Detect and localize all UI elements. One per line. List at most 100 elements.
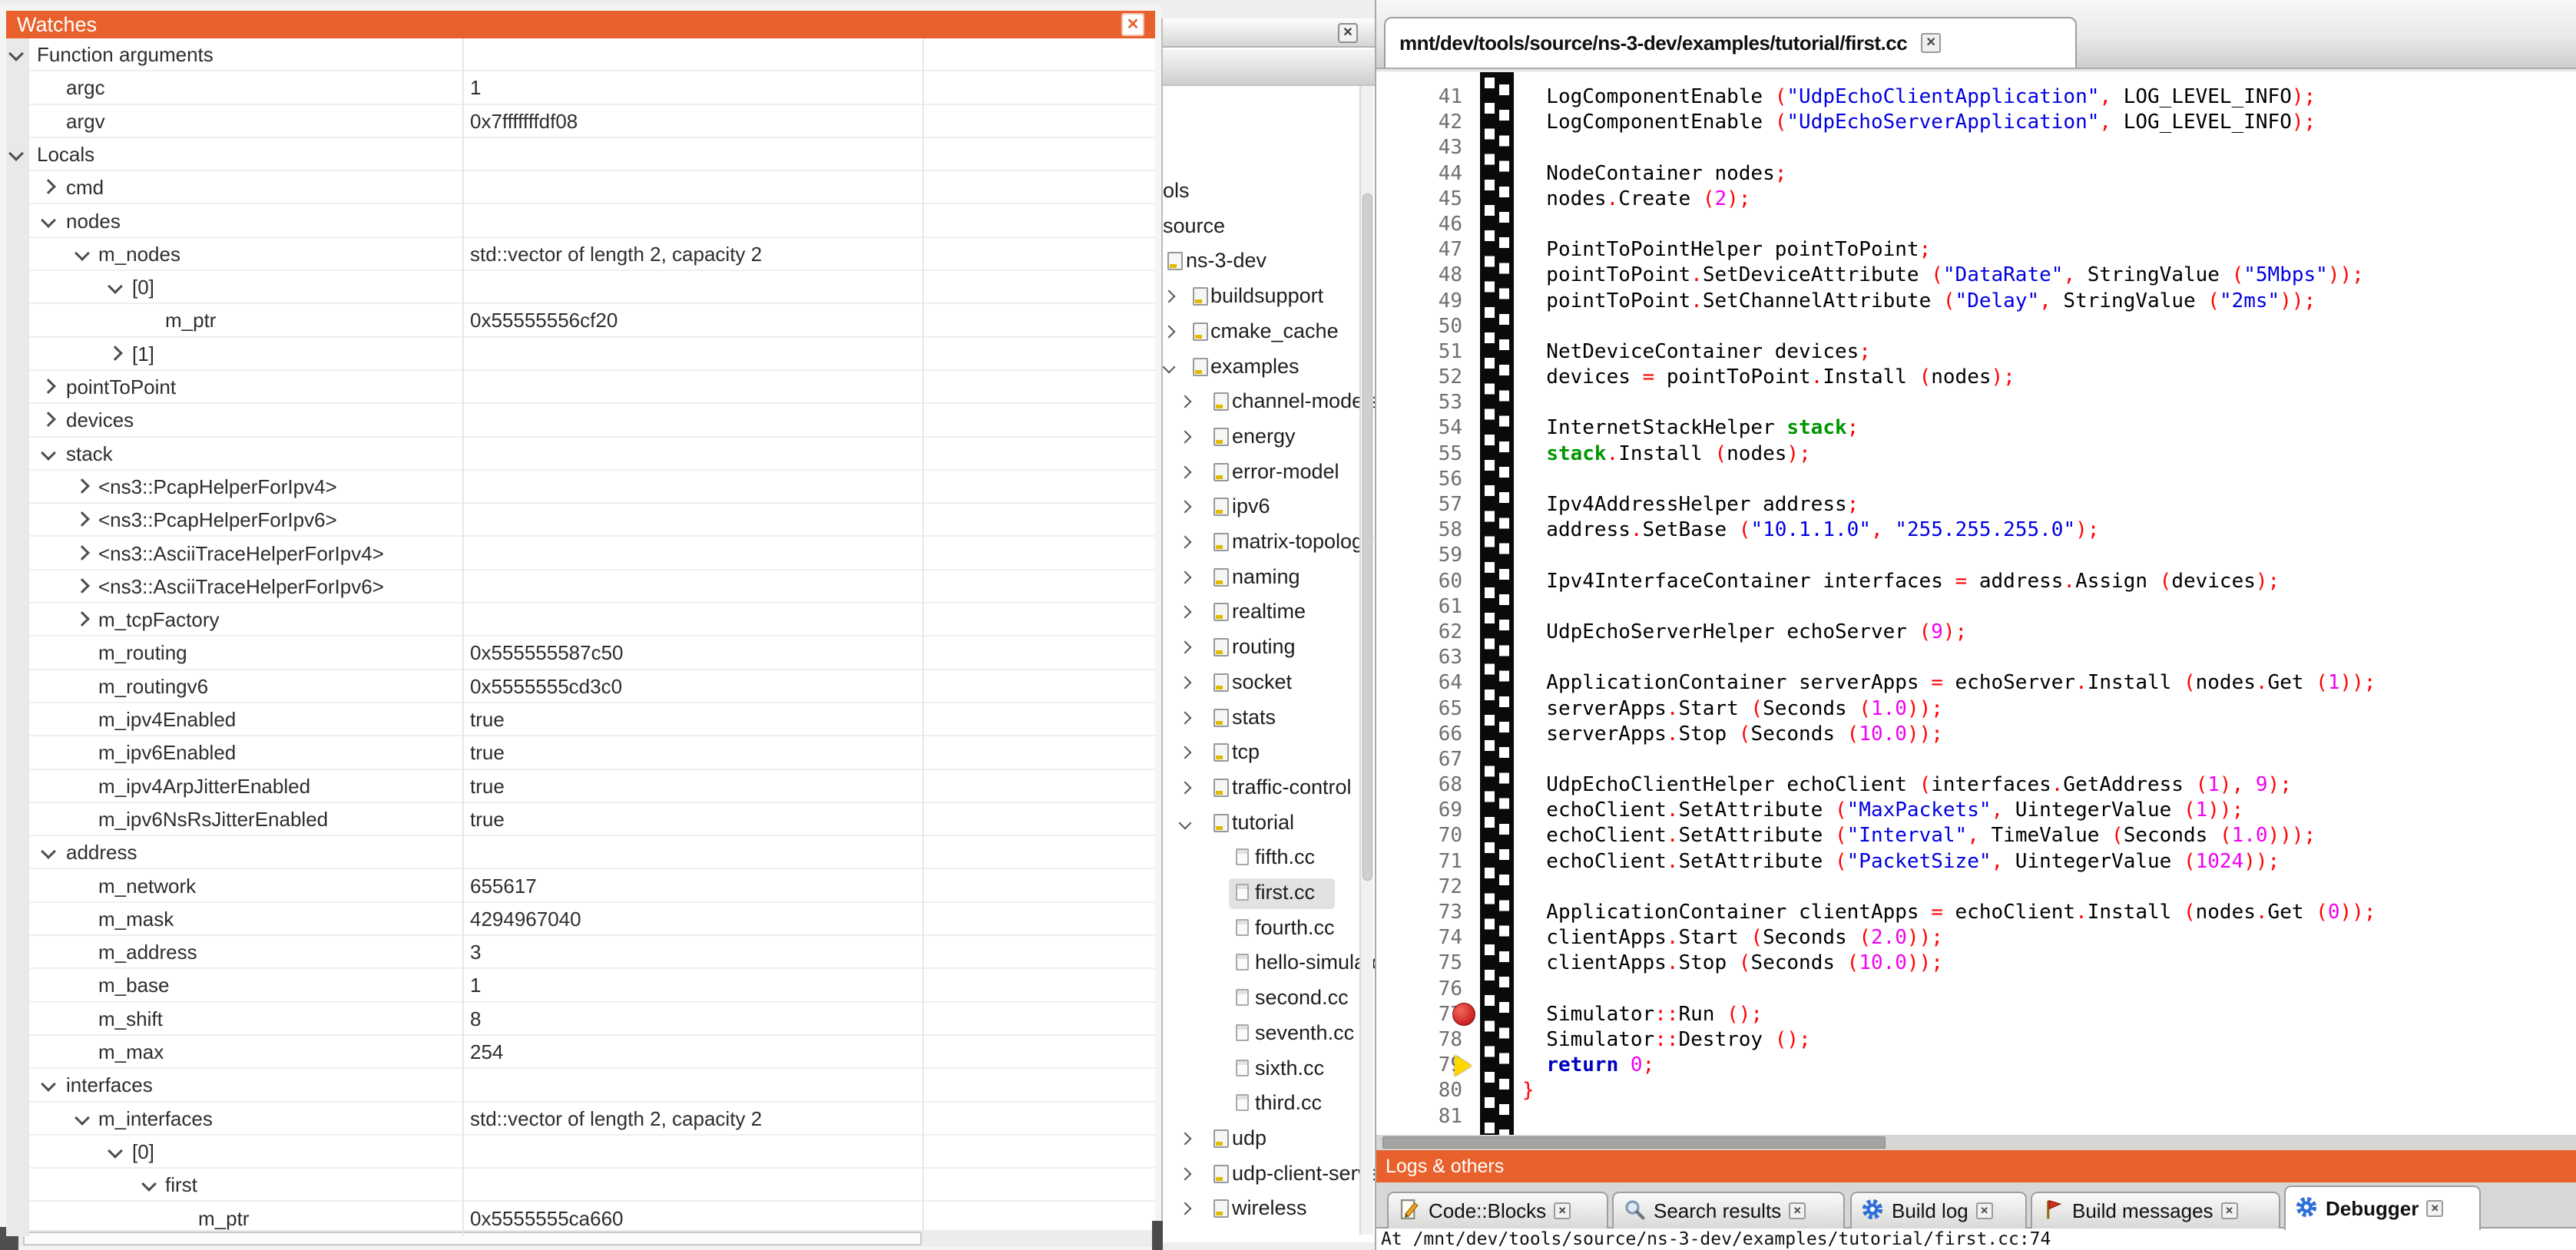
- line-number[interactable]: 55: [1376, 441, 1462, 467]
- tree-item-ols[interactable]: ols: [1163, 176, 1375, 208]
- chevron-right-icon[interactable]: [74, 545, 90, 561]
- chevron-right-icon[interactable]: [1179, 641, 1192, 654]
- line-number[interactable]: 69: [1376, 798, 1462, 823]
- chevron-down-icon[interactable]: [108, 1143, 123, 1159]
- tree-item-ns-3-dev[interactable]: ns-3-dev: [1163, 246, 1375, 278]
- tree-item-third-cc[interactable]: third.cc: [1163, 1088, 1375, 1120]
- tree-item-tutorial[interactable]: tutorial: [1163, 808, 1375, 840]
- chevron-down-icon[interactable]: [141, 1176, 157, 1192]
- line-number[interactable]: 81: [1376, 1104, 1462, 1129]
- watch-row[interactable]: m_mask4294967040: [6, 903, 1155, 936]
- tree-item-examples[interactable]: examples: [1163, 352, 1375, 384]
- logs-tab-code-blocks[interactable]: Code::Blocks✕: [1387, 1192, 1608, 1229]
- chevron-right-icon[interactable]: [41, 179, 56, 194]
- line-number[interactable]: 70: [1376, 823, 1462, 848]
- close-icon[interactable]: ✕: [1976, 1202, 1993, 1219]
- chevron-right-icon[interactable]: [1179, 570, 1192, 584]
- watch-row[interactable]: argv0x7fffffffdf08: [6, 105, 1155, 138]
- watch-row[interactable]: address: [6, 836, 1155, 869]
- tree-item-naming[interactable]: naming: [1163, 562, 1375, 594]
- watch-row[interactable]: nodes: [6, 205, 1155, 238]
- watch-row[interactable]: stack: [6, 438, 1155, 471]
- scrollbar-thumb[interactable]: [1382, 1136, 1886, 1149]
- watch-row[interactable]: m_routing0x555555587c50: [6, 637, 1155, 670]
- chevron-right-icon[interactable]: [1179, 746, 1192, 759]
- line-number[interactable]: 78: [1376, 1027, 1462, 1053]
- watch-row[interactable]: m_network655617: [6, 870, 1155, 903]
- tree-item-udp-client-server[interactable]: udp-client-server: [1163, 1159, 1375, 1191]
- line-number[interactable]: 42: [1376, 110, 1462, 135]
- watch-row[interactable]: m_ipv6Enabledtrue: [6, 736, 1155, 769]
- watch-row[interactable]: [0]: [6, 1136, 1155, 1169]
- chevron-down-icon[interactable]: [74, 1110, 90, 1126]
- line-number[interactable]: 72: [1376, 875, 1462, 900]
- watch-row[interactable]: interfaces: [6, 1069, 1155, 1102]
- chevron-right-icon[interactable]: [1179, 1202, 1192, 1215]
- tree-item-sixth-cc[interactable]: sixth.cc: [1163, 1053, 1375, 1086]
- watch-row[interactable]: Function arguments: [6, 38, 1155, 71]
- close-icon[interactable]: ✕: [1789, 1202, 1806, 1219]
- watch-row[interactable]: [0]: [6, 271, 1155, 304]
- logs-tab-build-messages[interactable]: Build messages✕: [2031, 1192, 2280, 1229]
- watch-row[interactable]: m_max254: [6, 1036, 1155, 1069]
- tree-item-udp[interactable]: udp: [1163, 1123, 1375, 1156]
- line-number[interactable]: 51: [1376, 339, 1462, 365]
- line-number[interactable]: 43: [1376, 135, 1462, 160]
- chevron-down-icon[interactable]: [74, 246, 90, 261]
- chevron-right-icon[interactable]: [74, 611, 90, 627]
- tree-item-wireless[interactable]: wireless: [1163, 1193, 1375, 1225]
- breakpoint-icon[interactable]: [1452, 1003, 1475, 1026]
- tree-vertical-scrollbar[interactable]: [1359, 86, 1373, 1235]
- watch-row[interactable]: devices: [6, 404, 1155, 437]
- chevron-right-icon[interactable]: [1179, 395, 1192, 408]
- watch-row[interactable]: m_tcpFactory: [6, 604, 1155, 637]
- chevron-right-icon[interactable]: [41, 379, 56, 394]
- watch-row[interactable]: m_routingv60x5555555cd3c0: [6, 670, 1155, 703]
- chevron-right-icon[interactable]: [1179, 536, 1192, 549]
- watch-row[interactable]: m_shift8: [6, 1003, 1155, 1036]
- chevron-down-icon[interactable]: [1163, 360, 1175, 373]
- line-number[interactable]: 52: [1376, 365, 1462, 390]
- tree-item-fourth-cc[interactable]: fourth.cc: [1163, 913, 1375, 945]
- tree-item-hello-simulator-cc[interactable]: hello-simulator.cc: [1163, 947, 1375, 980]
- tree-item-realtime[interactable]: realtime: [1163, 597, 1375, 629]
- logs-tab-debugger[interactable]: Debugger✕: [2284, 1186, 2481, 1230]
- watch-row[interactable]: m_ptr0x55555556cf20: [6, 304, 1155, 337]
- chevron-right-icon[interactable]: [1179, 606, 1192, 619]
- tree-item-buildsupport[interactable]: buildsupport: [1163, 281, 1375, 313]
- tree-item-matrix-topology[interactable]: matrix-topology: [1163, 527, 1375, 559]
- chevron-down-icon[interactable]: [41, 213, 56, 228]
- chevron-right-icon[interactable]: [1179, 781, 1192, 794]
- close-icon[interactable]: ✕: [1121, 13, 1144, 36]
- watch-row[interactable]: m_ipv4Enabledtrue: [6, 703, 1155, 736]
- scrollbar-thumb[interactable]: [1362, 193, 1372, 881]
- line-number[interactable]: 74: [1376, 925, 1462, 951]
- chevron-right-icon[interactable]: [108, 346, 123, 361]
- watches-titlebar[interactable]: Watches ✕: [6, 11, 1155, 38]
- chevron-down-icon[interactable]: [41, 445, 56, 461]
- line-number[interactable]: 76: [1376, 977, 1462, 1002]
- logs-tab-build-log[interactable]: Build log✕: [1850, 1192, 2027, 1229]
- tree-item-socket[interactable]: socket: [1163, 667, 1375, 699]
- tree-item-traffic-control[interactable]: traffic-control: [1163, 772, 1375, 805]
- line-number[interactable]: 44: [1376, 161, 1462, 187]
- watch-row[interactable]: <ns3::PcapHelperForIpv4>: [6, 471, 1155, 504]
- line-number[interactable]: 79: [1376, 1053, 1462, 1078]
- watches-horizontal-scrollbar[interactable]: [6, 1230, 1155, 1247]
- line-number[interactable]: 65: [1376, 696, 1462, 722]
- project-tree[interactable]: olssourcens-3-devbuildsupportcmake_cache…: [1163, 86, 1375, 1235]
- chevron-right-icon[interactable]: [41, 412, 56, 427]
- logs-tab-search-results[interactable]: Search results✕: [1612, 1192, 1845, 1229]
- watch-row[interactable]: m_ipv6NsRsJitterEnabledtrue: [6, 803, 1155, 836]
- close-icon[interactable]: ✕: [2221, 1202, 2238, 1219]
- watch-row[interactable]: m_nodesstd::vector of length 2, capacity…: [6, 238, 1155, 271]
- line-number[interactable]: 67: [1376, 747, 1462, 772]
- tree-item-tcp[interactable]: tcp: [1163, 737, 1375, 769]
- editor-tab-first-cc[interactable]: mnt/dev/tools/source/ns-3-dev/examples/t…: [1384, 17, 2077, 68]
- watch-row[interactable]: m_base1: [6, 969, 1155, 1002]
- line-number[interactable]: 45: [1376, 187, 1462, 212]
- tree-item-cmake-cache[interactable]: cmake_cache: [1163, 316, 1375, 349]
- line-number[interactable]: 50: [1376, 314, 1462, 339]
- line-number[interactable]: 49: [1376, 289, 1462, 314]
- chevron-down-icon[interactable]: [108, 279, 123, 294]
